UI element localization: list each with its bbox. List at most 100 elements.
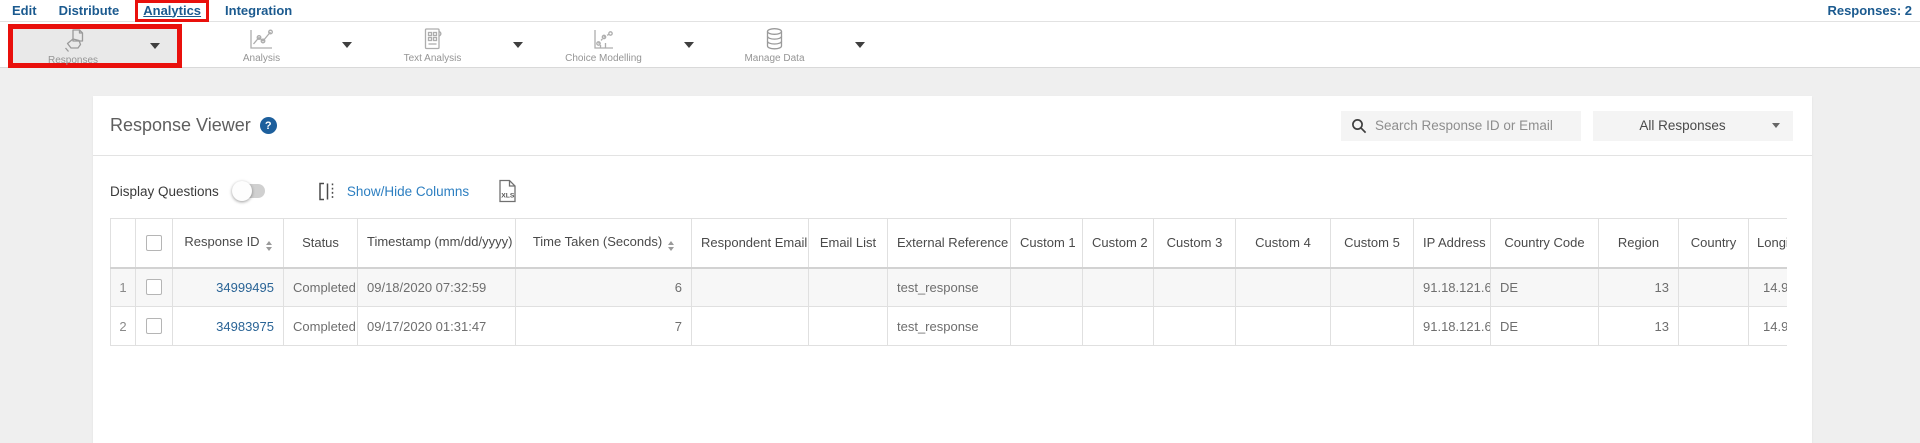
cell-ip-address: 91.18.121.6 bbox=[1414, 268, 1491, 307]
row-checkbox[interactable] bbox=[146, 318, 162, 334]
sort-icon bbox=[668, 241, 674, 251]
cell-longitude: 14.98 bbox=[1749, 307, 1788, 346]
header-row-number bbox=[111, 219, 136, 268]
search-input[interactable] bbox=[1375, 118, 1571, 133]
sort-icon bbox=[266, 241, 272, 251]
toolbar-button-analysis[interactable]: Analysis bbox=[198, 22, 369, 67]
cell-timestamp: 09/17/2020 01:31:47 bbox=[358, 307, 516, 346]
cell-country bbox=[1679, 268, 1749, 307]
responses-table-container: Response ID Status Timestamp (mm/dd/yyyy… bbox=[110, 218, 1787, 346]
cell-external-reference: test_response bbox=[888, 268, 1011, 307]
toolbar-label-responses: Responses bbox=[48, 55, 98, 66]
columns-icon bbox=[318, 182, 338, 201]
display-questions-toggle[interactable] bbox=[233, 184, 265, 198]
table-controls: Display Questions Show/Hide Columns XLS bbox=[93, 156, 1812, 218]
toolbar-button-manage-data[interactable]: Manage Data bbox=[711, 22, 882, 67]
cell-country bbox=[1679, 307, 1749, 346]
cell-custom-3 bbox=[1154, 268, 1236, 307]
cell-custom-5 bbox=[1331, 307, 1414, 346]
choice-modelling-dropdown-caret[interactable] bbox=[667, 42, 711, 48]
toolbar-button-choice-modelling[interactable]: Choice Modelling bbox=[540, 22, 711, 67]
search-box bbox=[1341, 111, 1581, 141]
cell-country-code: DE bbox=[1491, 307, 1599, 346]
row-number: 1 bbox=[111, 268, 136, 307]
text-analysis-icon bbox=[422, 27, 444, 51]
cell-email-list bbox=[809, 268, 888, 307]
page-background: Response Viewer ? All Responses bbox=[0, 68, 1920, 443]
panel-header: Response Viewer ? All Responses bbox=[93, 96, 1812, 156]
header-country: Country bbox=[1679, 219, 1749, 268]
toolbar-label-analysis: Analysis bbox=[243, 53, 280, 64]
analysis-icon bbox=[248, 28, 275, 51]
response-id-link[interactable]: 34999495 bbox=[182, 280, 274, 295]
responses-count: Responses: 2 bbox=[1827, 3, 1912, 18]
cell-custom-5 bbox=[1331, 268, 1414, 307]
table-row: 1 34999495 Completed 09/18/2020 07:32:59… bbox=[111, 268, 1788, 307]
header-region: Region bbox=[1599, 219, 1679, 268]
toolbar-label-text-analysis: Text Analysis bbox=[404, 53, 462, 64]
text-analysis-dropdown-caret[interactable] bbox=[496, 42, 540, 48]
header-timestamp[interactable]: Timestamp (mm/dd/yyyy) bbox=[358, 219, 516, 268]
header-external-reference: External Reference bbox=[888, 219, 1011, 268]
responses-filter-dropdown[interactable]: All Responses bbox=[1593, 111, 1793, 141]
page-title: Response Viewer bbox=[110, 115, 251, 136]
cell-email-list bbox=[809, 307, 888, 346]
display-questions-label: Display Questions bbox=[110, 184, 219, 199]
cell-custom-2 bbox=[1083, 268, 1154, 307]
table-header-row: Response ID Status Timestamp (mm/dd/yyyy… bbox=[111, 219, 1788, 268]
analysis-dropdown-caret[interactable] bbox=[325, 42, 369, 48]
cell-time-taken: 6 bbox=[516, 268, 692, 307]
header-ip-address: IP Address bbox=[1414, 219, 1491, 268]
header-custom-2: Custom 2 bbox=[1083, 219, 1154, 268]
cell-response-id: 34983975 bbox=[173, 307, 284, 346]
cell-custom-1 bbox=[1011, 307, 1083, 346]
row-select-cell bbox=[136, 268, 173, 307]
responses-dropdown-caret[interactable] bbox=[133, 43, 177, 49]
toolbar-label-choice-modelling: Choice Modelling bbox=[565, 53, 642, 64]
response-id-link[interactable]: 34983975 bbox=[182, 319, 274, 334]
header-email-list: Email List bbox=[809, 219, 888, 268]
show-hide-columns-button[interactable]: Show/Hide Columns bbox=[318, 182, 469, 201]
toolbar-label-manage-data: Manage Data bbox=[744, 53, 804, 64]
cell-respondent-email bbox=[692, 307, 809, 346]
row-number: 2 bbox=[111, 307, 136, 346]
header-custom-4: Custom 4 bbox=[1236, 219, 1331, 268]
cell-custom-3 bbox=[1154, 307, 1236, 346]
export-xls-button[interactable]: XLS bbox=[497, 179, 518, 203]
top-nav: Edit Distribute Analytics Integration Re… bbox=[0, 0, 1920, 22]
cell-custom-2 bbox=[1083, 307, 1154, 346]
header-respondent-email: Respondent Email bbox=[692, 219, 809, 268]
nav-item-analytics[interactable]: Analytics bbox=[143, 3, 201, 19]
manage-data-icon bbox=[764, 27, 785, 51]
cell-external-reference: test_response bbox=[888, 307, 1011, 346]
header-custom-5: Custom 5 bbox=[1331, 219, 1414, 268]
header-custom-1: Custom 1 bbox=[1011, 219, 1083, 268]
cell-respondent-email bbox=[692, 268, 809, 307]
select-all-checkbox[interactable] bbox=[146, 235, 162, 251]
toolbar-button-responses[interactable]: Responses bbox=[13, 29, 177, 63]
analytics-toolbar: Responses Analysis bbox=[0, 22, 1920, 68]
help-icon[interactable]: ? bbox=[260, 117, 277, 134]
cell-response-id: 34999495 bbox=[173, 268, 284, 307]
cell-region: 13 bbox=[1599, 307, 1679, 346]
nav-item-integration[interactable]: Integration bbox=[225, 3, 292, 19]
responses-icon bbox=[59, 28, 87, 53]
cell-region: 13 bbox=[1599, 268, 1679, 307]
header-select-all bbox=[136, 219, 173, 268]
cell-timestamp: 09/18/2020 07:32:59 bbox=[358, 268, 516, 307]
toolbar-button-text-analysis[interactable]: Text Analysis bbox=[369, 22, 540, 67]
header-custom-3: Custom 3 bbox=[1154, 219, 1236, 268]
show-hide-columns-label: Show/Hide Columns bbox=[347, 184, 469, 199]
header-response-id[interactable]: Response ID bbox=[173, 219, 284, 268]
responses-table: Response ID Status Timestamp (mm/dd/yyyy… bbox=[110, 218, 1787, 346]
header-longitude: Longitude bbox=[1749, 219, 1788, 268]
row-checkbox[interactable] bbox=[146, 279, 162, 295]
manage-data-dropdown-caret[interactable] bbox=[838, 42, 882, 48]
analytics-highlight-box: Analytics bbox=[135, 0, 209, 22]
nav-item-edit[interactable]: Edit bbox=[12, 3, 37, 19]
header-time-taken[interactable]: Time Taken (Seconds) bbox=[516, 219, 692, 268]
cell-ip-address: 91.18.121.6 bbox=[1414, 307, 1491, 346]
filter-selected-value: All Responses bbox=[1593, 118, 1772, 133]
responses-highlight-box: Responses bbox=[8, 24, 182, 68]
nav-item-distribute[interactable]: Distribute bbox=[59, 3, 120, 19]
